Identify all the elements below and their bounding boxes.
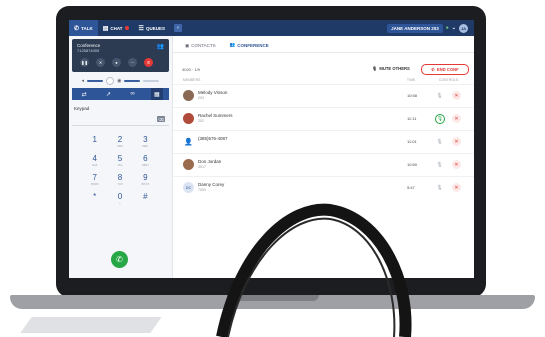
cable-decoration [216,203,412,337]
